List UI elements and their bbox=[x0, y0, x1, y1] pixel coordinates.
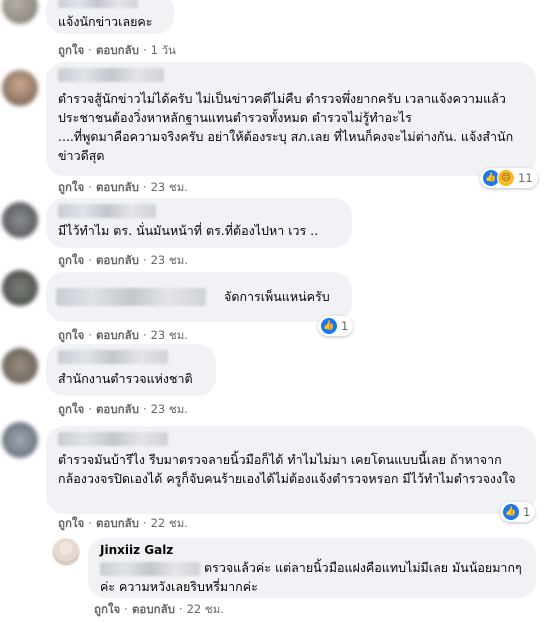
comment-text: มีไว้ทำไม ตร. นั่นมันหน้าที่ ตร.ที่ต้องไ… bbox=[58, 223, 319, 238]
comment-2: ตำรวจสู้นักข่าวไม่ได้ครับ ไม่เป็นข่าวคดี… bbox=[0, 62, 551, 194]
comment-bubble: สำนักงานตำรวจแห่งชาติ bbox=[46, 344, 216, 396]
reply-button[interactable]: ตอบกลับ bbox=[96, 328, 139, 342]
comment-bubble: Jinxiiz Galz ตรวจแล้วค่ะ แต่ลายนิ้วมือแฝ… bbox=[88, 538, 536, 598]
like-button[interactable]: ถูกใจ bbox=[58, 180, 84, 194]
comment-actions: ถูกใจ · ตอบกลับ · 23 ชม. bbox=[58, 253, 188, 267]
like-button[interactable]: ถูกใจ bbox=[58, 328, 84, 342]
comment-bubble: ตำรวจมันบ้ารึไง รีบมาตรวจลายนิ้วมือก็ได้… bbox=[46, 426, 536, 514]
comment-actions: ถูกใจ · ตอบกลับ · 23 ชม. bbox=[58, 180, 188, 194]
timestamp[interactable]: 23 ชม. bbox=[151, 328, 188, 342]
comment-text: สำนักงานตำรวจแห่งชาติ bbox=[58, 371, 193, 386]
avatar[interactable] bbox=[2, 270, 38, 306]
like-button[interactable]: ถูกใจ bbox=[58, 402, 84, 416]
timestamp[interactable]: 23 ชม. bbox=[151, 253, 188, 267]
reply-button[interactable]: ตอบกลับ bbox=[96, 516, 139, 530]
avatar[interactable] bbox=[2, 70, 38, 106]
comment-bubble: มีไว้ทำไม ตร. นั่นมันหน้าที่ ตร.ที่ต้องไ… bbox=[46, 198, 352, 248]
commenter-name-blurred[interactable] bbox=[58, 204, 156, 218]
sad-icon: ☹ bbox=[497, 169, 515, 187]
mention-blurred[interactable] bbox=[100, 562, 200, 576]
reply-button[interactable]: ตอบกลับ bbox=[96, 402, 139, 416]
avatar[interactable] bbox=[2, 422, 38, 458]
comment-reply: Jinxiiz Galz ตรวจแล้วค่ะ แต่ลายนิ้วมือแฝ… bbox=[0, 534, 551, 623]
like-icon: 👍 bbox=[502, 503, 520, 521]
comment-text: จัดการเพ็นแหน่ครับ bbox=[224, 289, 330, 304]
comment-actions: ถูกใจ · ตอบกลับ · 23 ชม. bbox=[58, 328, 188, 342]
comment-bubble: แจ้งนักข่าวเลยคะ bbox=[46, 0, 174, 34]
avatar[interactable] bbox=[2, 348, 38, 384]
comment-actions: ถูกใจ · ตอบกลับ · 22 ชม. bbox=[58, 516, 188, 530]
comment-5: สำนักงานตำรวจแห่งชาติ ถูกใจ · ตอบกลับ · 23 ช… bbox=[0, 344, 551, 418]
timestamp[interactable]: 1 วัน bbox=[151, 43, 176, 57]
avatar[interactable] bbox=[2, 0, 38, 24]
reply-button[interactable]: ตอบกลับ bbox=[132, 602, 175, 616]
commenter-name-blurred[interactable] bbox=[56, 288, 206, 306]
reaction-summary[interactable]: 👍 ☹ 11 bbox=[480, 168, 538, 188]
reply-button[interactable]: ตอบกลับ bbox=[96, 253, 139, 267]
avatar[interactable] bbox=[2, 202, 38, 238]
timestamp[interactable]: 23 ชม. bbox=[151, 402, 188, 416]
comment-4: จัดการเพ็นแหน่ครับ 👍 1 ถูกใจ · ตอบกลับ · 23 ช… bbox=[0, 270, 551, 342]
like-icon: 👍 bbox=[320, 317, 338, 335]
comment-bubble: จัดการเพ็นแหน่ครับ bbox=[46, 272, 352, 322]
comment-1: แจ้งนักข่าวเลยคะ ถูกใจ · ตอบกลับ · 1 วัน bbox=[0, 0, 551, 58]
avatar[interactable] bbox=[52, 538, 80, 566]
comment-6: ตำรวจมันบ้ารึไง รีบมาตรวจลายนิ้วมือก็ได้… bbox=[0, 422, 551, 532]
reply-button[interactable]: ตอบกลับ bbox=[96, 180, 139, 194]
comment-actions: ถูกใจ · ตอบกลับ · 22 ชม. bbox=[94, 602, 224, 616]
comment-actions: ถูกใจ · ตอบกลับ · 23 ชม. bbox=[58, 402, 188, 416]
like-button[interactable]: ถูกใจ bbox=[58, 516, 84, 530]
commenter-name-blurred[interactable] bbox=[58, 68, 164, 82]
comment-text: ตำรวจมันบ้ารึไง รีบมาตรวจลายนิ้วมือก็ได้… bbox=[58, 452, 516, 486]
timestamp[interactable]: 23 ชม. bbox=[151, 180, 188, 194]
timestamp[interactable]: 22 ชม. bbox=[151, 516, 188, 530]
reaction-summary[interactable]: 👍 1 bbox=[318, 316, 354, 336]
commenter-name-blurred[interactable] bbox=[58, 0, 138, 8]
commenter-name-blurred[interactable] bbox=[58, 432, 168, 446]
like-button[interactable]: ถูกใจ bbox=[94, 602, 120, 616]
comment-text: ตำรวจสู้นักข่าวไม่ได้ครับ ไม่เป็นข่าวคดี… bbox=[58, 91, 514, 163]
commenter-name-blurred[interactable] bbox=[58, 350, 168, 364]
like-button[interactable]: ถูกใจ bbox=[58, 253, 84, 267]
timestamp[interactable]: 22 ชม. bbox=[187, 602, 224, 616]
commenter-name[interactable]: Jinxiiz Galz bbox=[100, 542, 524, 558]
comment-actions: ถูกใจ · ตอบกลับ · 1 วัน bbox=[58, 43, 176, 57]
like-button[interactable]: ถูกใจ bbox=[58, 43, 84, 57]
comment-bubble: ตำรวจสู้นักข่าวไม่ได้ครับ ไม่เป็นข่าวคดี… bbox=[46, 62, 536, 176]
comment-3: มีไว้ทำไม ตร. นั่นมันหน้าที่ ตร.ที่ต้องไ… bbox=[0, 198, 551, 268]
reaction-summary[interactable]: 👍 1 bbox=[500, 502, 536, 522]
reply-button[interactable]: ตอบกลับ bbox=[96, 43, 139, 57]
comment-text: แจ้งนักข่าวเลยคะ bbox=[58, 14, 153, 29]
